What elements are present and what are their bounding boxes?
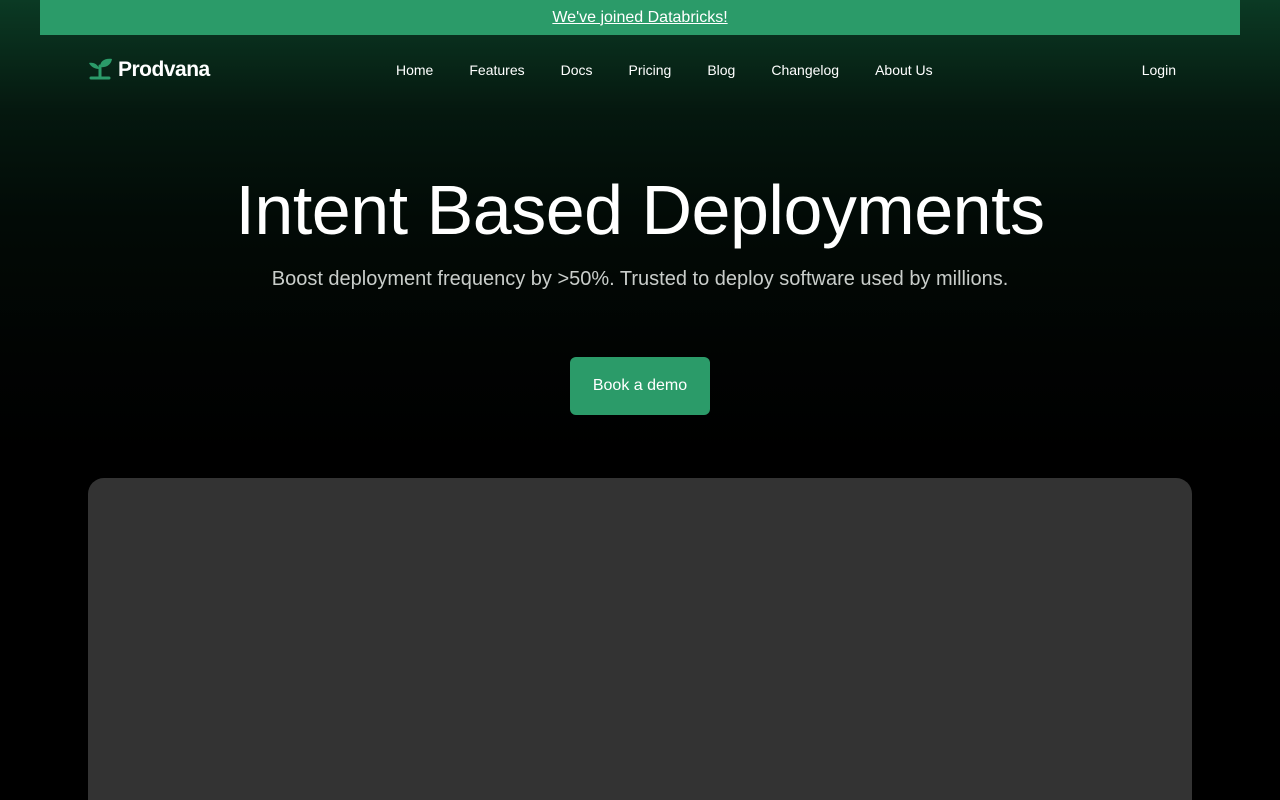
nav-link-home[interactable]: Home: [396, 62, 433, 78]
announcement-bar: We've joined Databricks!: [40, 0, 1240, 35]
nav-link-features[interactable]: Features: [469, 62, 524, 78]
brand-logo[interactable]: Prodvana: [88, 56, 210, 84]
sprout-icon: [88, 56, 118, 85]
login-link[interactable]: Login: [1142, 62, 1176, 78]
product-media-panel: [88, 478, 1192, 800]
page: We've joined Databricks! Prodvana Home F…: [0, 0, 1280, 800]
hero-subtitle: Boost deployment frequency by >50%. Trus…: [271, 268, 1009, 290]
book-demo-button[interactable]: Book a demo: [570, 357, 710, 415]
nav-link-blog[interactable]: Blog: [707, 62, 735, 78]
brand-name: Prodvana: [118, 58, 210, 81]
nav-link-docs[interactable]: Docs: [561, 62, 593, 78]
nav-links: Home Features Docs Pricing Blog Changelo…: [396, 62, 933, 78]
announcement-link[interactable]: We've joined Databricks!: [552, 9, 727, 27]
top-nav: Prodvana Home Features Docs Pricing Blog…: [88, 54, 1192, 86]
hero-title: Intent Based Deployments: [235, 171, 1045, 249]
nav-link-changelog[interactable]: Changelog: [771, 62, 839, 78]
nav-link-pricing[interactable]: Pricing: [629, 62, 672, 78]
nav-link-about-us[interactable]: About Us: [875, 62, 933, 78]
